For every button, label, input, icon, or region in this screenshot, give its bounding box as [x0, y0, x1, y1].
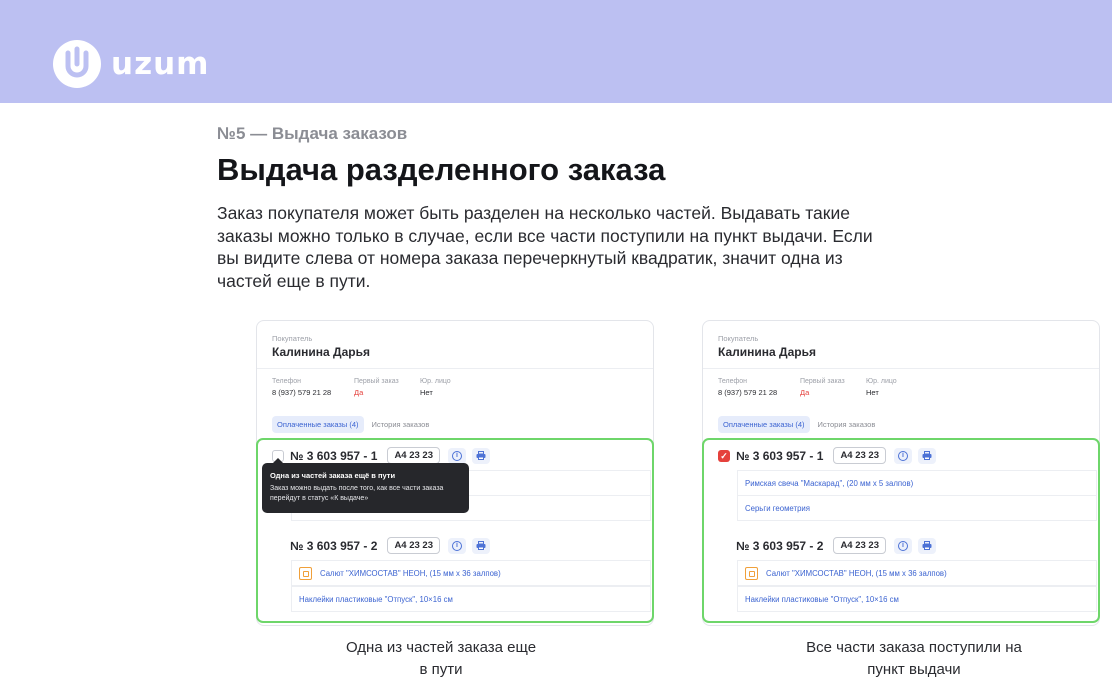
order-row-1: № 3 603 957 - 1 А4 23 23 i: [290, 447, 490, 464]
scan-package-icon: [299, 566, 312, 580]
printer-icon: [476, 451, 486, 460]
legal-info: Юр. лицо Нет: [420, 378, 451, 397]
tab-paid-orders[interactable]: Оплаченные заказы (4): [718, 416, 810, 433]
info-icon: i: [898, 540, 908, 551]
tooltip-title: Одна из частей заказа ещё в пути: [270, 471, 396, 480]
buyer-name: Калинина Дарья: [272, 345, 370, 359]
caption-complete: Все части заказа поступили на пункт выдач…: [806, 639, 1022, 678]
info-button[interactable]: i: [894, 447, 912, 464]
page-description: Заказ покупателя может быть разделен на …: [217, 203, 873, 291]
divider: [703, 368, 1099, 369]
brand-logo: uzum: [53, 40, 209, 88]
print-button[interactable]: [918, 537, 936, 554]
order-number: № 3 603 957 - 1: [290, 448, 378, 463]
checkmark-icon: ✓: [720, 450, 728, 461]
divider: [257, 368, 653, 369]
legal-label: Юр. лицо: [420, 378, 451, 385]
tooltip-text: Заказ можно выдать после того, как все ч…: [270, 485, 444, 502]
info-icon: i: [452, 540, 462, 551]
header-banner: uzum: [0, 0, 1112, 103]
printer-icon: [476, 541, 486, 550]
list-item[interactable]: Серьги геометрия: [737, 495, 1097, 521]
buyer-label: Покупатель: [272, 334, 313, 343]
phone-info: Телефон 8 (937) 579 21 28: [272, 378, 331, 397]
caption-incomplete: Одна из частей заказа еще в пути: [345, 639, 537, 678]
order-card-complete: Покупатель Калинина Дарья Телефон 8 (937…: [702, 320, 1100, 626]
tab-order-history[interactable]: История заказов: [818, 420, 876, 429]
order-tabs: Оплаченные заказы (4) История заказов: [718, 416, 875, 433]
brand-name: uzum: [111, 46, 210, 82]
cell-badge: А4 23 23: [833, 537, 886, 554]
info-button[interactable]: i: [448, 537, 466, 554]
legal-info: Юр. лицо Нет: [866, 378, 897, 397]
first-order-label: Первый заказ: [800, 378, 845, 385]
section-label: №5 — Выдача заказов: [217, 124, 408, 143]
phone-label: Телефон: [718, 378, 748, 385]
tab-order-history[interactable]: История заказов: [372, 420, 430, 429]
printer-icon: [922, 451, 932, 460]
first-order-value: Да: [354, 388, 364, 397]
order-number: № 3 603 957 - 1: [736, 448, 824, 463]
phone-label: Телефон: [272, 378, 302, 385]
cell-badge: А4 23 23: [387, 447, 440, 464]
first-order-info: Первый заказ Да: [800, 378, 845, 397]
cell-badge: А4 23 23: [387, 537, 440, 554]
list-item[interactable]: Салют "ХИМСОСТАВ" НЕОН, (15 мм х 36 залп…: [291, 560, 651, 586]
list-item[interactable]: Салют "ХИМСОСТАВ" НЕОН, (15 мм х 36 залп…: [737, 560, 1097, 586]
first-order-value: Да: [800, 388, 810, 397]
legal-label: Юр. лицо: [866, 378, 897, 385]
first-order-label: Первый заказ: [354, 378, 399, 385]
info-button[interactable]: i: [894, 537, 912, 554]
item-label: Салют "ХИМСОСТАВ" НЕОН, (15 мм х 36 залп…: [320, 568, 501, 578]
phone-value: 8 (937) 579 21 28: [718, 388, 778, 397]
info-icon: i: [898, 450, 908, 461]
list-item[interactable]: Наклейки пластиковые "Отпуск", 10×16 см: [291, 586, 651, 612]
uzum-logo-icon: [53, 40, 101, 88]
tab-paid-orders[interactable]: Оплаченные заказы (4): [272, 416, 364, 433]
legal-value: Нет: [420, 388, 433, 397]
info-button[interactable]: i: [448, 447, 466, 464]
order-number: № 3 603 957 - 2: [290, 538, 378, 553]
item-label: Салют "ХИМСОСТАВ" НЕОН, (15 мм х 36 залп…: [766, 568, 947, 578]
list-item[interactable]: Наклейки пластиковые "Отпуск", 10×16 см: [737, 586, 1097, 612]
order-row-2: № 3 603 957 - 2 А4 23 23 i: [290, 537, 490, 554]
phone-info: Телефон 8 (937) 579 21 28: [718, 378, 777, 397]
order-row-1: № 3 603 957 - 1 А4 23 23 i: [736, 447, 936, 464]
buyer-label: Покупатель: [718, 334, 759, 343]
print-button[interactable]: [472, 537, 490, 554]
first-order-info: Первый заказ Да: [354, 378, 399, 397]
incomplete-order-tooltip: Одна из частей заказа ещё в пути Заказ м…: [262, 458, 469, 513]
legal-value: Нет: [866, 388, 879, 397]
printer-icon: [922, 541, 932, 550]
list-item[interactable]: Римская свеча "Маскарад", (20 мм х 5 зал…: [737, 470, 1097, 496]
print-button[interactable]: [472, 447, 490, 464]
scan-package-icon: [745, 566, 758, 580]
order-checkbox-checked[interactable]: ✓: [718, 450, 730, 462]
buyer-name: Калинина Дарья: [718, 345, 816, 359]
page-title: Выдача разделенного заказа: [217, 152, 666, 187]
print-button[interactable]: [918, 447, 936, 464]
order-tabs: Оплаченные заказы (4) История заказов: [272, 416, 429, 433]
order-number: № 3 603 957 - 2: [736, 538, 824, 553]
info-icon: i: [452, 450, 462, 461]
cell-badge: А4 23 23: [833, 447, 886, 464]
intro-section: №5 — Выдача заказов Выдача разделенного …: [217, 124, 877, 292]
phone-value: 8 (937) 579 21 28: [272, 388, 332, 397]
order-row-2: № 3 603 957 - 2 А4 23 23 i: [736, 537, 936, 554]
split-order-group: ✓ № 3 603 957 - 1 А4 23 23 i Римская све…: [702, 438, 1100, 623]
